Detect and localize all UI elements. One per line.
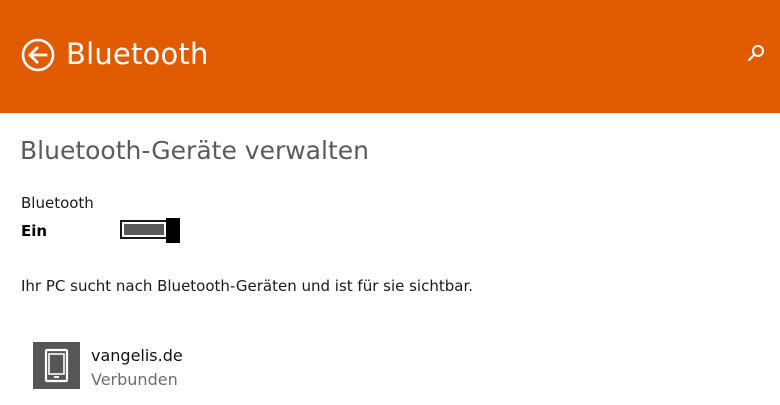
device-tile xyxy=(33,342,80,389)
back-arrow-circle-icon xyxy=(21,38,55,72)
discovery-status-text: Ihr PC sucht nach Bluetooth-Geräten und … xyxy=(21,277,473,295)
phone-icon xyxy=(44,348,69,383)
bluetooth-toggle-state: Ein xyxy=(21,222,48,240)
device-status: Verbunden xyxy=(91,370,178,389)
toggle-thumb[interactable] xyxy=(166,218,180,243)
search-button[interactable] xyxy=(746,43,766,63)
app-title: Bluetooth xyxy=(66,37,209,71)
bluetooth-toggle-label: Bluetooth xyxy=(21,194,94,212)
app-header: Bluetooth xyxy=(0,0,780,113)
toggle-fill xyxy=(124,224,164,235)
back-button[interactable] xyxy=(21,38,55,72)
section-title: Bluetooth-Geräte verwalten xyxy=(20,136,369,165)
device-item[interactable]: vangelis.de Verbunden xyxy=(33,342,293,392)
device-name: vangelis.de xyxy=(91,346,183,365)
search-icon xyxy=(747,45,764,62)
bluetooth-toggle[interactable] xyxy=(120,218,181,243)
